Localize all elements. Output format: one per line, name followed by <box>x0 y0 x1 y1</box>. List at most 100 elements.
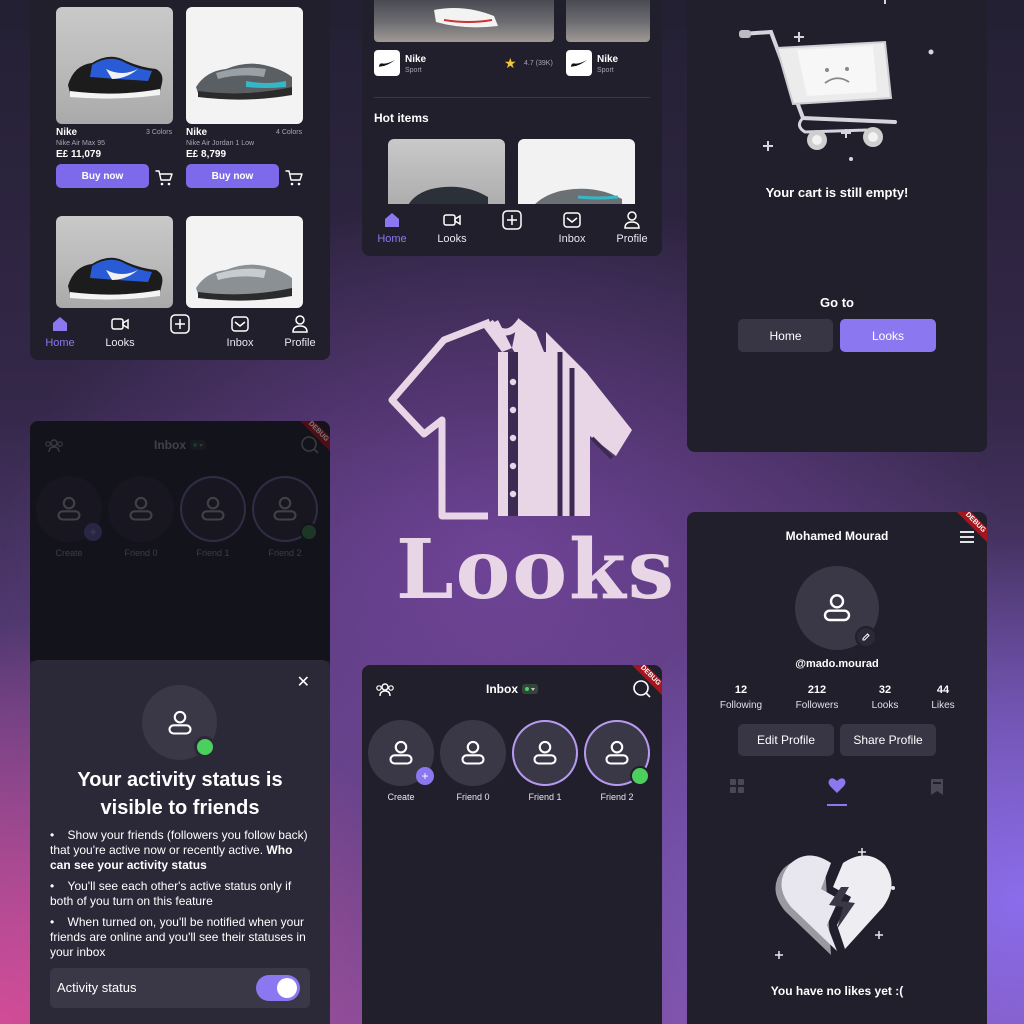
stat-following[interactable]: 12 Following <box>701 684 781 711</box>
nav-create[interactable] <box>152 314 208 334</box>
product-colors: 4 Colors <box>276 129 303 136</box>
heart-icon <box>828 778 846 793</box>
shop-screen: Nike 3 Colors Nike Air Max 95 E£ 11,079 … <box>30 0 330 360</box>
toggle-knob <box>277 978 297 998</box>
nav-looks-label: Looks <box>105 337 135 349</box>
info-list: • Show your friends (followers you follo… <box>50 828 312 960</box>
nav-home[interactable]: Home <box>364 210 420 245</box>
product-brand: Nike <box>56 127 78 138</box>
home-button[interactable]: Home <box>738 319 833 352</box>
online-dot <box>194 736 216 758</box>
product-image-jordan-1-low[interactable] <box>186 7 303 124</box>
hot-item-image[interactable] <box>518 139 635 205</box>
add-to-cart-icon[interactable] <box>284 168 304 188</box>
nav-inbox[interactable]: Inbox <box>212 314 268 349</box>
activity-status-toggle[interactable] <box>256 975 300 1001</box>
sheet-heading: Your activity status is visible to frien… <box>77 769 283 819</box>
activity-status-row[interactable]: Activity status <box>50 968 310 1008</box>
feed-brand: Nike <box>597 54 619 65</box>
nav-inbox-label: Inbox <box>226 337 254 349</box>
info-item: • Show your friends (followers you follo… <box>50 828 308 872</box>
menu-icon[interactable] <box>959 530 975 549</box>
plus-square-icon <box>170 314 190 334</box>
activity-status-label: Activity status <box>57 980 137 995</box>
user-icon <box>533 740 557 765</box>
activity-status-sheet: ✕ Your activity status is visible to fri… <box>30 660 330 1024</box>
cart-screen: Your cart is still empty! Go to Home Loo… <box>687 0 987 452</box>
feed-rating: 4.7 (39K) <box>524 60 553 67</box>
tab-saved[interactable] <box>930 778 944 801</box>
online-status-pill[interactable] <box>522 684 538 694</box>
hot-item-image[interactable] <box>388 139 505 205</box>
user-icon <box>823 594 851 622</box>
search-icon[interactable] <box>632 679 652 704</box>
user-icon <box>167 710 192 735</box>
nav-looks[interactable]: Looks <box>424 210 480 245</box>
user-icon <box>461 740 485 765</box>
empty-likes-message: You have no likes yet :( <box>770 984 904 998</box>
edit-avatar-icon[interactable] <box>855 626 877 648</box>
brand-avatar[interactable] <box>566 50 592 76</box>
nav-home-label: Home <box>45 337 75 349</box>
nav-home[interactable]: Home <box>32 314 88 349</box>
nav-profile-label: Profile <box>284 337 316 349</box>
info-item: • You'll see each other's active status … <box>50 879 292 908</box>
add-story-icon[interactable]: + <box>416 767 434 785</box>
friend-avatar[interactable] <box>440 720 506 786</box>
tab-grid[interactable] <box>729 778 745 799</box>
nav-create[interactable] <box>484 210 540 230</box>
feed-category: Sport <box>597 67 614 74</box>
friend-avatar[interactable] <box>512 720 578 786</box>
friend-label: Friend 2 <box>600 792 634 802</box>
grid-icon <box>730 779 744 793</box>
modal-backdrop[interactable] <box>30 421 330 661</box>
feed-screen: Nike Sport ★ 4.7 (39K) Nike Sport Hot it… <box>362 0 662 256</box>
nav-profile[interactable]: Profile <box>604 210 660 245</box>
inbox-header: Inbox <box>362 665 662 713</box>
share-profile-button[interactable]: Share Profile <box>840 724 936 756</box>
stat-value: 12 <box>734 684 748 696</box>
empty-cart-illustration <box>739 0 934 161</box>
edit-profile-button[interactable]: Edit Profile <box>738 724 834 756</box>
swoosh-icon <box>378 59 396 67</box>
bookmark-icon <box>931 779 943 795</box>
close-icon[interactable]: ✕ <box>297 672 310 692</box>
product-image-air-max[interactable] <box>186 216 303 308</box>
nav-profile[interactable]: Profile <box>272 314 328 349</box>
shirt-logo-icon <box>388 318 632 520</box>
nav-profile-label: Profile <box>616 233 648 245</box>
buy-now-button[interactable]: Buy now <box>186 164 279 188</box>
product-colors: 3 Colors <box>146 129 173 136</box>
looks-button[interactable]: Looks <box>840 319 936 352</box>
plus-square-icon <box>502 210 522 230</box>
video-icon <box>111 318 129 330</box>
nav-inbox[interactable]: Inbox <box>544 210 600 245</box>
friend-label: Friend 1 <box>528 792 562 802</box>
inbox-title: Inbox <box>486 682 518 696</box>
product-brand: Nike <box>186 127 208 138</box>
add-to-cart-icon[interactable] <box>154 168 174 188</box>
video-icon <box>443 214 461 226</box>
product-model: Nike Air Jordan 1 Low <box>186 140 255 147</box>
profile-name: Mohamed Mourad <box>785 529 889 543</box>
profile-screen: DEBUG Mohamed Mourad @mado.mourad 12 Fol… <box>687 512 987 1024</box>
product-price: E£ 8,799 <box>186 149 227 160</box>
nav-looks[interactable]: Looks <box>92 314 148 349</box>
product-image-air-max-95[interactable] <box>56 7 173 124</box>
brand-avatar[interactable] <box>374 50 400 76</box>
buy-now-button[interactable]: Buy now <box>56 164 149 188</box>
inbox-icon <box>231 316 249 332</box>
star-icon: ★ <box>504 55 517 71</box>
nav-inbox-label: Inbox <box>558 233 586 245</box>
stat-likes[interactable]: 44 Likes <box>903 684 983 711</box>
stat-label: Following <box>719 700 763 711</box>
feed-video-thumb[interactable] <box>566 0 650 42</box>
active-tab-indicator <box>827 804 847 806</box>
stat-label: Likes <box>931 700 955 711</box>
profile-icon <box>624 211 640 229</box>
feed-video-thumb[interactable] <box>374 0 554 42</box>
tab-likes[interactable] <box>827 776 847 801</box>
product-image-air-max-95[interactable] <box>56 216 173 308</box>
hot-items-title: Hot items <box>374 111 429 125</box>
inbox-screen: DEBUG Inbox + Create Friend 0 Friend 1 F… <box>362 665 662 1024</box>
